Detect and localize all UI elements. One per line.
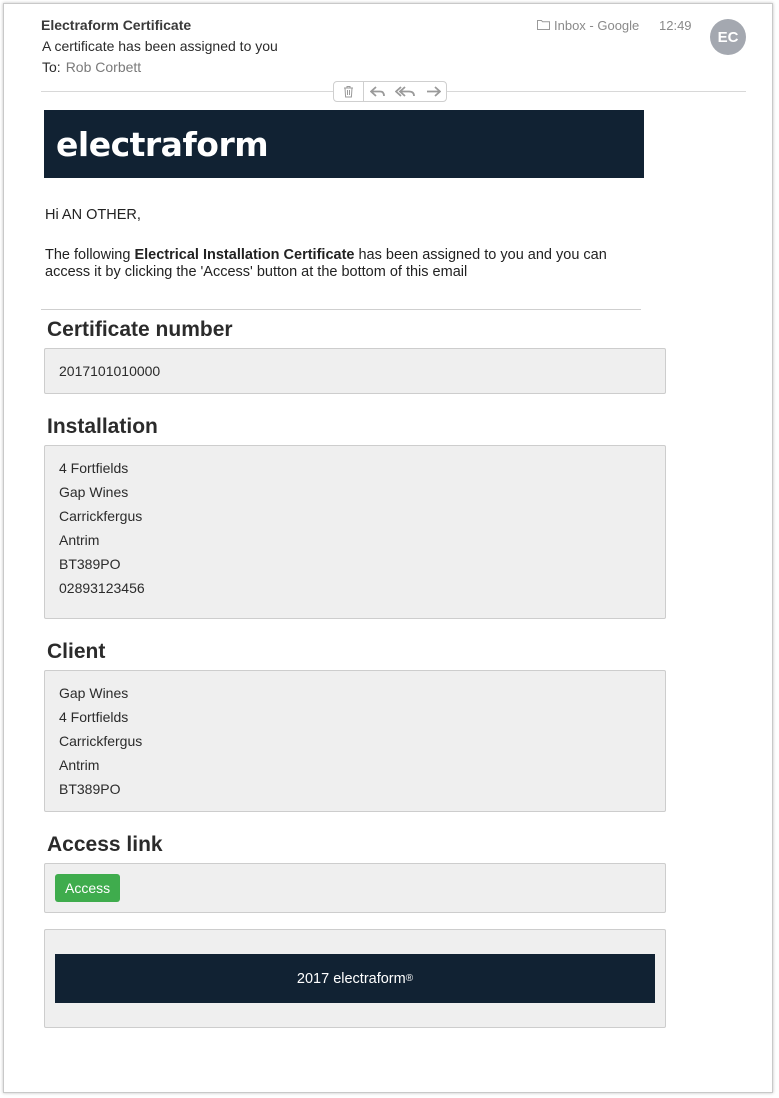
client-line: Antrim — [59, 757, 100, 773]
installation-line: BT389PO — [59, 556, 121, 572]
to-label: To: — [42, 59, 61, 75]
electraform-logo: electraform — [56, 124, 269, 164]
certificate-number-panel: 2017101010000 — [44, 348, 666, 394]
recipient-name[interactable]: Rob Corbett — [66, 59, 141, 75]
footer-bar: 2017 electraform ® — [55, 954, 655, 1003]
certificate-number-heading: Certificate number — [47, 318, 233, 341]
installation-line: Carrickfergus — [59, 508, 143, 524]
mailbox-label[interactable]: Inbox - Google — [537, 18, 639, 33]
client-line: 4 Fortfields — [59, 709, 129, 725]
client-panel: Gap Wines 4 Fortfields Carrickfergus Ant… — [44, 670, 666, 812]
mailbox-name: Inbox - Google — [554, 18, 640, 33]
content-divider — [41, 309, 641, 310]
message-toolbar — [333, 81, 447, 102]
intro-text-start: The following — [45, 247, 135, 263]
email-window: Electraform Certificate A certificate ha… — [3, 3, 773, 1093]
email-subject: Electraform Certificate — [41, 17, 192, 33]
client-line: Carrickfergus — [59, 733, 143, 749]
avatar[interactable]: EC — [710, 19, 746, 55]
greeting-text: Hi AN OTHER, — [45, 207, 141, 223]
registered-mark: ® — [405, 973, 414, 984]
access-button[interactable]: Access — [55, 874, 121, 902]
intro-paragraph: The following Electrical Installation Ce… — [45, 247, 645, 281]
recipient-line: To: Rob Corbett — [42, 59, 141, 75]
email-preview: A certificate has been assigned to you — [42, 38, 278, 54]
footer-panel: 2017 electraform ® — [44, 929, 666, 1028]
access-link-heading: Access link — [47, 833, 163, 856]
installation-line: Antrim — [59, 532, 100, 548]
forward-icon[interactable] — [420, 82, 446, 101]
client-line: BT389PO — [59, 781, 121, 797]
client-line: Gap Wines — [59, 685, 129, 701]
trash-icon[interactable] — [334, 82, 364, 101]
installation-line: Gap Wines — [59, 484, 129, 500]
installation-line: 02893123456 — [59, 580, 145, 596]
installation-line: 4 Fortfields — [59, 460, 129, 476]
intro-certificate-type: Electrical Installation Certificate — [134, 247, 355, 263]
reply-all-icon[interactable] — [390, 82, 420, 101]
folder-icon — [537, 18, 550, 33]
certificate-number-value: 2017101010000 — [59, 363, 161, 379]
access-link-panel: Access — [44, 863, 666, 913]
reply-icon[interactable] — [364, 82, 390, 101]
email-time: 12:49 — [659, 18, 692, 33]
installation-heading: Installation — [47, 415, 158, 438]
footer-text: 2017 electraform — [296, 970, 406, 987]
client-heading: Client — [47, 640, 106, 663]
brand-banner: electraform — [44, 110, 644, 178]
installation-panel: 4 Fortfields Gap Wines Carrickfergus Ant… — [44, 445, 666, 619]
